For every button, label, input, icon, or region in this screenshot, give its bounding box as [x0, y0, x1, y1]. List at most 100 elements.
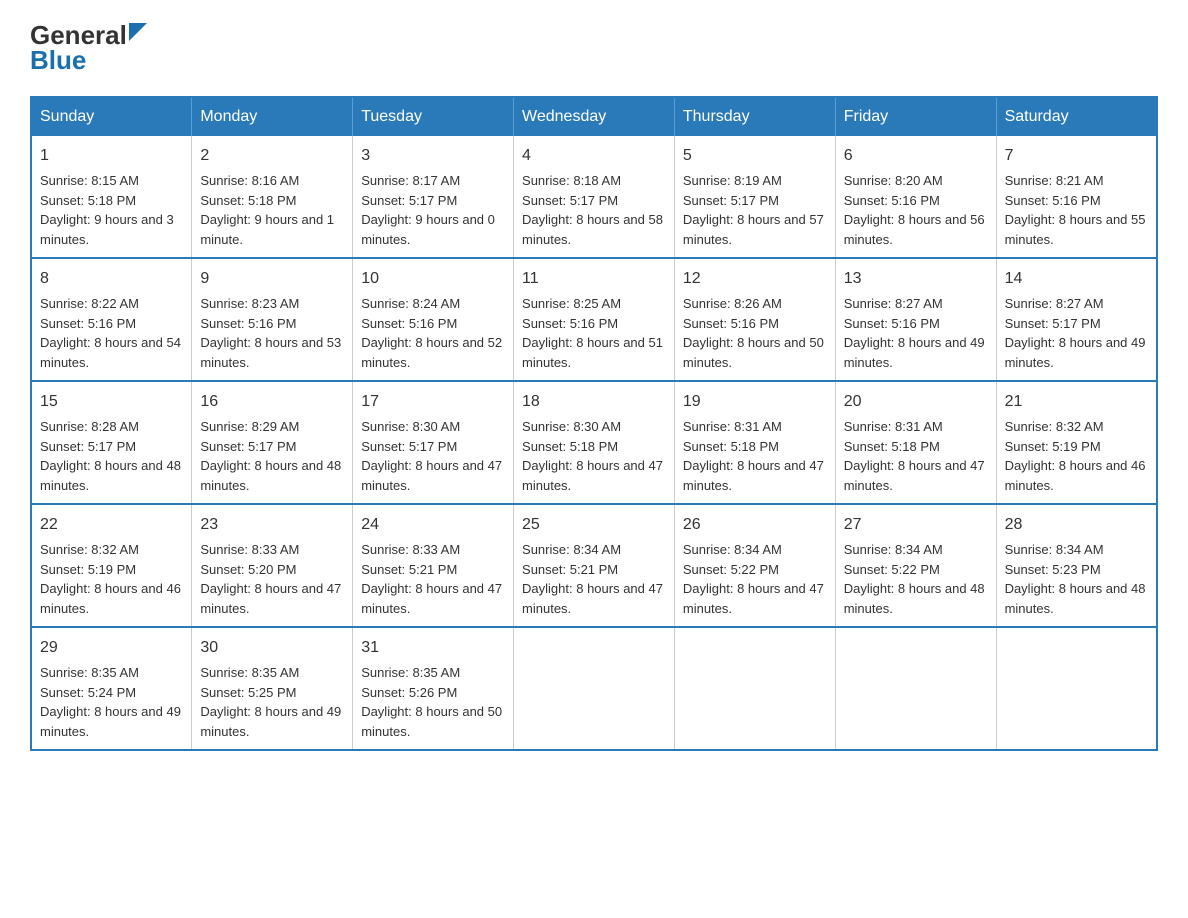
week-row-3: 15Sunrise: 8:28 AMSunset: 5:17 PMDayligh…	[31, 381, 1157, 504]
day-info: Sunrise: 8:20 AMSunset: 5:16 PMDaylight:…	[844, 173, 985, 247]
day-number: 29	[40, 636, 183, 660]
week-row-1: 1Sunrise: 8:15 AMSunset: 5:18 PMDaylight…	[31, 136, 1157, 258]
logo-blue-text: Blue	[30, 45, 86, 76]
header-cell-friday: Friday	[835, 97, 996, 136]
day-info: Sunrise: 8:19 AMSunset: 5:17 PMDaylight:…	[683, 173, 824, 247]
calendar-cell: 22 Sunrise: 8:32 AMSunset: 5:19 PMDayligh…	[31, 504, 192, 627]
header-cell-saturday: Saturday	[996, 97, 1157, 136]
logo: General Blue	[30, 20, 147, 76]
day-number: 22	[40, 513, 183, 537]
calendar-cell: 15Sunrise: 8:28 AMSunset: 5:17 PMDayligh…	[31, 381, 192, 504]
calendar-cell: 1Sunrise: 8:15 AMSunset: 5:18 PMDaylight…	[31, 136, 192, 258]
calendar-cell: 5 Sunrise: 8:19 AMSunset: 5:17 PMDaylight…	[674, 136, 835, 258]
week-row-2: 8 Sunrise: 8:22 AMSunset: 5:16 PMDaylight…	[31, 258, 1157, 381]
calendar-cell: 24 Sunrise: 8:33 AMSunset: 5:21 PMDayligh…	[353, 504, 514, 627]
day-info: Sunrise: 8:33 AMSunset: 5:21 PMDaylight:…	[361, 542, 502, 616]
calendar-cell: 28 Sunrise: 8:34 AMSunset: 5:23 PMDayligh…	[996, 504, 1157, 627]
calendar-cell: 7Sunrise: 8:21 AMSunset: 5:16 PMDaylight…	[996, 136, 1157, 258]
calendar-cell: 19Sunrise: 8:31 AMSunset: 5:18 PMDayligh…	[674, 381, 835, 504]
calendar-cell: 21Sunrise: 8:32 AMSunset: 5:19 PMDayligh…	[996, 381, 1157, 504]
calendar-cell: 29 Sunrise: 8:35 AMSunset: 5:24 PMDayligh…	[31, 627, 192, 750]
day-number: 7	[1005, 144, 1148, 168]
day-number: 13	[844, 267, 988, 291]
calendar-cell: 4Sunrise: 8:18 AMSunset: 5:17 PMDaylight…	[514, 136, 675, 258]
header-row: SundayMondayTuesdayWednesdayThursdayFrid…	[31, 97, 1157, 136]
day-info: Sunrise: 8:18 AMSunset: 5:17 PMDaylight:…	[522, 173, 663, 247]
day-number: 19	[683, 390, 827, 414]
day-info: Sunrise: 8:35 AMSunset: 5:24 PMDaylight:…	[40, 665, 181, 739]
day-number: 3	[361, 144, 505, 168]
calendar-table: SundayMondayTuesdayWednesdayThursdayFrid…	[30, 96, 1158, 751]
day-number: 5	[683, 144, 827, 168]
day-number: 26	[683, 513, 827, 537]
day-number: 11	[522, 267, 666, 291]
day-number: 2	[200, 144, 344, 168]
day-number: 14	[1005, 267, 1148, 291]
day-info: Sunrise: 8:32 AMSunset: 5:19 PMDaylight:…	[1005, 419, 1146, 493]
calendar-cell	[996, 627, 1157, 750]
day-number: 23	[200, 513, 344, 537]
day-info: Sunrise: 8:34 AMSunset: 5:22 PMDaylight:…	[844, 542, 985, 616]
day-number: 6	[844, 144, 988, 168]
day-info: Sunrise: 8:26 AMSunset: 5:16 PMDaylight:…	[683, 296, 824, 370]
day-info: Sunrise: 8:22 AMSunset: 5:16 PMDaylight:…	[40, 296, 181, 370]
day-number: 20	[844, 390, 988, 414]
day-info: Sunrise: 8:34 AMSunset: 5:23 PMDaylight:…	[1005, 542, 1146, 616]
calendar-cell: 13 Sunrise: 8:27 AMSunset: 5:16 PMDayligh…	[835, 258, 996, 381]
calendar-cell: 11 Sunrise: 8:25 AMSunset: 5:16 PMDayligh…	[514, 258, 675, 381]
day-info: Sunrise: 8:17 AMSunset: 5:17 PMDaylight:…	[361, 173, 495, 247]
calendar-cell: 30 Sunrise: 8:35 AMSunset: 5:25 PMDayligh…	[192, 627, 353, 750]
calendar-cell: 2Sunrise: 8:16 AMSunset: 5:18 PMDaylight…	[192, 136, 353, 258]
day-info: Sunrise: 8:35 AMSunset: 5:25 PMDaylight:…	[200, 665, 341, 739]
calendar-cell: 6 Sunrise: 8:20 AMSunset: 5:16 PMDaylight…	[835, 136, 996, 258]
day-number: 10	[361, 267, 505, 291]
day-number: 27	[844, 513, 988, 537]
header-cell-wednesday: Wednesday	[514, 97, 675, 136]
day-info: Sunrise: 8:29 AMSunset: 5:17 PMDaylight:…	[200, 419, 341, 493]
day-number: 1	[40, 144, 183, 168]
calendar-cell: 26 Sunrise: 8:34 AMSunset: 5:22 PMDayligh…	[674, 504, 835, 627]
calendar-cell: 23 Sunrise: 8:33 AMSunset: 5:20 PMDayligh…	[192, 504, 353, 627]
day-info: Sunrise: 8:30 AMSunset: 5:18 PMDaylight:…	[522, 419, 663, 493]
calendar-cell: 27 Sunrise: 8:34 AMSunset: 5:22 PMDayligh…	[835, 504, 996, 627]
calendar-cell: 16 Sunrise: 8:29 AMSunset: 5:17 PMDayligh…	[192, 381, 353, 504]
day-number: 24	[361, 513, 505, 537]
day-number: 9	[200, 267, 344, 291]
calendar-cell: 12Sunrise: 8:26 AMSunset: 5:16 PMDayligh…	[674, 258, 835, 381]
day-number: 25	[522, 513, 666, 537]
day-number: 16	[200, 390, 344, 414]
day-number: 17	[361, 390, 505, 414]
day-info: Sunrise: 8:32 AMSunset: 5:19 PMDaylight:…	[40, 542, 181, 616]
calendar-cell: 8 Sunrise: 8:22 AMSunset: 5:16 PMDaylight…	[31, 258, 192, 381]
day-number: 30	[200, 636, 344, 660]
day-number: 31	[361, 636, 505, 660]
day-info: Sunrise: 8:28 AMSunset: 5:17 PMDaylight:…	[40, 419, 181, 493]
day-info: Sunrise: 8:25 AMSunset: 5:16 PMDaylight:…	[522, 296, 663, 370]
logo-arrow-icon	[129, 23, 147, 41]
day-info: Sunrise: 8:27 AMSunset: 5:16 PMDaylight:…	[844, 296, 985, 370]
header-cell-thursday: Thursday	[674, 97, 835, 136]
calendar-cell	[674, 627, 835, 750]
calendar-cell: 3 Sunrise: 8:17 AMSunset: 5:17 PMDaylight…	[353, 136, 514, 258]
day-info: Sunrise: 8:33 AMSunset: 5:20 PMDaylight:…	[200, 542, 341, 616]
calendar-cell	[514, 627, 675, 750]
header-cell-tuesday: Tuesday	[353, 97, 514, 136]
day-info: Sunrise: 8:27 AMSunset: 5:17 PMDaylight:…	[1005, 296, 1146, 370]
calendar-cell: 14 Sunrise: 8:27 AMSunset: 5:17 PMDayligh…	[996, 258, 1157, 381]
calendar-cell: 18 Sunrise: 8:30 AMSunset: 5:18 PMDayligh…	[514, 381, 675, 504]
day-info: Sunrise: 8:34 AMSunset: 5:21 PMDaylight:…	[522, 542, 663, 616]
calendar-cell: 20Sunrise: 8:31 AMSunset: 5:18 PMDayligh…	[835, 381, 996, 504]
day-number: 8	[40, 267, 183, 291]
calendar-cell	[835, 627, 996, 750]
calendar-cell: 9Sunrise: 8:23 AMSunset: 5:16 PMDaylight…	[192, 258, 353, 381]
day-info: Sunrise: 8:35 AMSunset: 5:26 PMDaylight:…	[361, 665, 502, 739]
day-number: 18	[522, 390, 666, 414]
calendar-cell: 10 Sunrise: 8:24 AMSunset: 5:16 PMDayligh…	[353, 258, 514, 381]
day-info: Sunrise: 8:24 AMSunset: 5:16 PMDaylight:…	[361, 296, 502, 370]
calendar-cell: 31 Sunrise: 8:35 AMSunset: 5:26 PMDayligh…	[353, 627, 514, 750]
header-cell-sunday: Sunday	[31, 97, 192, 136]
header-cell-monday: Monday	[192, 97, 353, 136]
day-info: Sunrise: 8:34 AMSunset: 5:22 PMDaylight:…	[683, 542, 824, 616]
week-row-4: 22 Sunrise: 8:32 AMSunset: 5:19 PMDayligh…	[31, 504, 1157, 627]
day-number: 28	[1005, 513, 1148, 537]
